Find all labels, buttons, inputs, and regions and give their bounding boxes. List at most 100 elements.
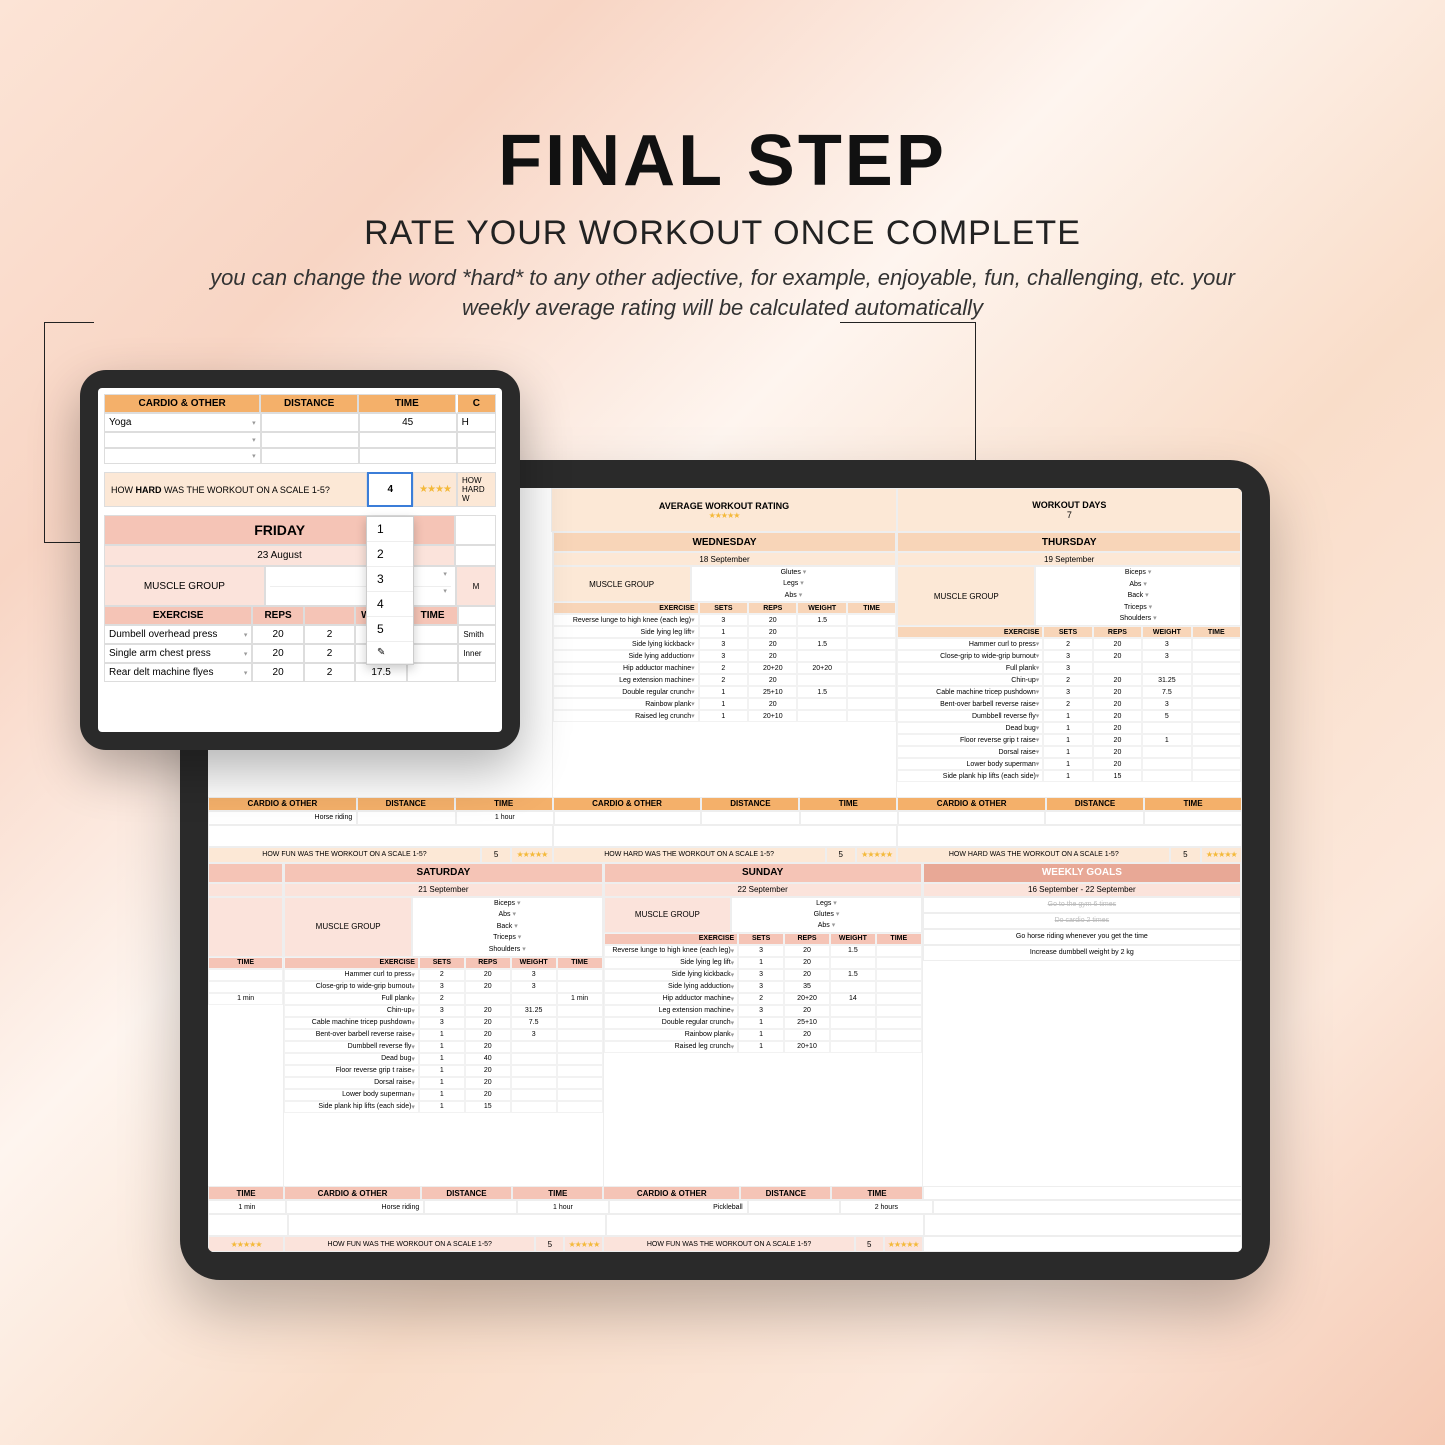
cardio-time[interactable]: 1 hour bbox=[456, 811, 554, 825]
muscle-group[interactable]: Abs ▾ bbox=[692, 590, 896, 601]
cardio-time[interactable]: 2 hours bbox=[840, 1200, 932, 1214]
avg-rating-stars: ★★★★★ bbox=[709, 511, 740, 520]
exercise-row[interactable]: Side plank hip lifts (each side) ▾115 bbox=[897, 770, 1241, 782]
exercise-row[interactable]: Side lying leg lift ▾120 bbox=[553, 626, 897, 638]
muscle-group[interactable]: Legs ▾ bbox=[732, 898, 921, 909]
weight-hdr: WEIGHT bbox=[830, 933, 876, 945]
dropdown-option[interactable]: 2 bbox=[367, 542, 413, 567]
muscle-group[interactable]: Glutes ▾ bbox=[692, 567, 896, 578]
exercise-row[interactable]: Bent-over barbell reverse raise ▾1203 bbox=[284, 1029, 602, 1041]
muscle-group-cells[interactable]: ▾ ▾ bbox=[265, 566, 456, 606]
exercise-row[interactable]: Side lying kickback ▾3201.5 bbox=[553, 638, 897, 650]
muscle-group[interactable]: Biceps ▾ bbox=[413, 898, 602, 910]
exercise-row[interactable]: Rainbow plank ▾120 bbox=[604, 1029, 922, 1041]
rating-input[interactable]: 4 bbox=[367, 472, 413, 507]
muscle-group[interactable]: Biceps ▾ bbox=[1036, 567, 1240, 579]
rating-q: HOW HARD WAS THE WORKOUT ON A SCALE 1-5? bbox=[553, 847, 826, 863]
exercise-row[interactable]: Double regular crunch ▾125+10 bbox=[604, 1017, 922, 1029]
exercise-row[interactable]: Hammer curl to press ▾2203 bbox=[284, 969, 602, 981]
dropdown-option[interactable]: 5 bbox=[367, 617, 413, 642]
exercise-row[interactable]: Rear delt machine flyes▾ 20217.5 bbox=[104, 663, 496, 682]
exercise-row[interactable]: Leg extension machine ▾320 bbox=[604, 1005, 922, 1017]
exercise-row[interactable]: Hammer curl to press ▾2203 bbox=[897, 638, 1241, 650]
popout-screen: CARDIO & OTHER DISTANCE TIME C Yoga▾ 45 … bbox=[98, 388, 502, 732]
muscle-group[interactable]: Triceps ▾ bbox=[413, 932, 602, 944]
exercise-row[interactable]: Bent-over barbell reverse raise ▾2203 bbox=[897, 698, 1241, 710]
cardio-item[interactable]: Horse riding bbox=[208, 811, 357, 825]
muscle-group[interactable]: Back ▾ bbox=[413, 921, 602, 933]
cardio-time[interactable]: 1 hour bbox=[517, 1200, 609, 1214]
goals-date: 16 September - 22 September bbox=[923, 883, 1241, 897]
rating-val[interactable]: 5 bbox=[1170, 847, 1200, 863]
cardio-time[interactable]: 45 bbox=[359, 413, 457, 432]
goal-item[interactable]: Do cardio 2 times bbox=[923, 913, 1241, 929]
cardio-item[interactable]: Yoga▾ bbox=[104, 413, 261, 432]
exercise-row[interactable]: Lower body superman ▾120 bbox=[897, 758, 1241, 770]
exercise-row[interactable]: Side plank hip lifts (each side) ▾115 bbox=[284, 1101, 602, 1113]
goal-item[interactable]: Go to the gym 6 times bbox=[923, 897, 1241, 913]
rating-val[interactable]: 5 bbox=[855, 1236, 884, 1252]
exercise-row[interactable]: Reverse lunge to high knee (each leg) ▾3… bbox=[553, 614, 897, 626]
rating-val[interactable]: 5 bbox=[826, 847, 856, 863]
muscle-group[interactable]: Shoulders ▾ bbox=[413, 944, 602, 956]
reps-hdr: REPS bbox=[784, 933, 830, 945]
exercise-row[interactable]: Chin-up ▾22031.25 bbox=[897, 674, 1241, 686]
exercise-row[interactable]: Floor reverse grip t raise ▾120 bbox=[284, 1065, 602, 1077]
reps-hdr: REPS bbox=[748, 602, 797, 614]
goal-item[interactable]: Increase dumbbell weight by 2 kg bbox=[923, 945, 1241, 961]
cardio-hdr: CARDIO & OTHER bbox=[284, 1186, 421, 1200]
exercise-row[interactable]: Dorsal raise ▾120 bbox=[897, 746, 1241, 758]
exercise-row[interactable]: Single arm chest press▾ 2027.5 Inner bbox=[104, 644, 496, 663]
goal-item[interactable]: Go horse riding whenever you get the tim… bbox=[923, 929, 1241, 945]
exercise-row[interactable]: Leg extension machine ▾220 bbox=[553, 674, 897, 686]
exercise-row[interactable]: Cable machine tricep pushdown ▾3207.5 bbox=[897, 686, 1241, 698]
muscle-group[interactable]: Triceps ▾ bbox=[1036, 602, 1240, 614]
dropdown-edit[interactable]: ✎ bbox=[367, 642, 413, 664]
exercise-row[interactable]: Lower body superman ▾120 bbox=[284, 1089, 602, 1101]
exercise-row[interactable]: Dumbbell reverse fly ▾1205 bbox=[897, 710, 1241, 722]
exercise-row[interactable]: Dumbell overhead press▾ 2022.5 Smith bbox=[104, 625, 496, 644]
exercise-row[interactable]: Cable machine tricep pushdown ▾3207.5 bbox=[284, 1017, 602, 1029]
muscle-group[interactable]: Abs ▾ bbox=[732, 920, 921, 931]
exercise-row[interactable]: Dorsal raise ▾120 bbox=[284, 1077, 602, 1089]
exercise-row[interactable]: Hip adductor machine ▾220+2014 bbox=[604, 993, 922, 1005]
exercise-row[interactable]: Chin-up ▾32031.25 bbox=[284, 1005, 602, 1017]
exercise-row[interactable]: Side lying kickback ▾3201.5 bbox=[604, 969, 922, 981]
exercise-row[interactable]: Side lying adduction ▾320 bbox=[553, 650, 897, 662]
exercise-row[interactable]: Full plank ▾3 bbox=[897, 662, 1241, 674]
exercise-row[interactable]: Close-grip to wide-grip burnout ▾3203 bbox=[897, 650, 1241, 662]
muscle-group[interactable]: Shoulders ▾ bbox=[1036, 613, 1240, 625]
exercise-row[interactable]: Double regular crunch ▾125+101.5 bbox=[553, 686, 897, 698]
rating-dropdown[interactable]: 1 2 3 4 5 ✎ bbox=[366, 516, 414, 665]
dropdown-option[interactable]: 1 bbox=[367, 517, 413, 542]
exercise-row[interactable]: Raised leg crunch ▾120+10 bbox=[604, 1041, 922, 1053]
dropdown-option[interactable]: 3 bbox=[367, 567, 413, 592]
exercise-row[interactable]: Rainbow plank ▾120 bbox=[553, 698, 897, 710]
time-hdr: TIME bbox=[358, 394, 456, 413]
cardio-hdr-partial: C bbox=[456, 394, 496, 413]
exercise-row[interactable]: Reverse lunge to high knee (each leg) ▾3… bbox=[604, 945, 922, 957]
exercise-row[interactable]: Side lying leg lift ▾120 bbox=[604, 957, 922, 969]
exercise-row[interactable]: Floor reverse grip t raise ▾1201 bbox=[897, 734, 1241, 746]
muscle-group[interactable]: Back ▾ bbox=[1036, 590, 1240, 602]
exercise-row[interactable]: Dumbbell reverse fly ▾120 bbox=[284, 1041, 602, 1053]
exercise-row[interactable]: Close-grip to wide-grip burnout ▾3203 bbox=[284, 981, 602, 993]
workout-days-val: 7 bbox=[1067, 510, 1072, 520]
exercise-row[interactable]: Side lying adduction ▾335 bbox=[604, 981, 922, 993]
muscle-group[interactable]: Abs ▾ bbox=[413, 909, 602, 921]
exercise-row[interactable]: Hip adductor machine ▾220+2020+20 bbox=[553, 662, 897, 674]
exercise-row[interactable]: Raised leg crunch ▾120+10 bbox=[553, 710, 897, 722]
exercise-hdr: EXERCISE bbox=[553, 602, 699, 614]
exercise-row[interactable]: Full plank ▾21 min bbox=[284, 993, 602, 1005]
exercise-row[interactable]: Dead bug ▾140 bbox=[284, 1053, 602, 1065]
muscle-group[interactable]: Legs ▾ bbox=[692, 578, 896, 589]
rating-val[interactable]: 5 bbox=[535, 1236, 564, 1252]
cardio-item[interactable]: Horse riding bbox=[286, 1200, 425, 1214]
exercise-row[interactable]: Dead bug ▾120 bbox=[897, 722, 1241, 734]
muscle-group[interactable]: Abs ▾ bbox=[1036, 579, 1240, 591]
avg-rating-label: AVERAGE WORKOUT RATING bbox=[659, 501, 789, 511]
dropdown-option[interactable]: 4 bbox=[367, 592, 413, 617]
muscle-group[interactable]: Glutes ▾ bbox=[732, 909, 921, 920]
cardio-item[interactable]: Pickleball bbox=[609, 1200, 748, 1214]
rating-val[interactable]: 5 bbox=[481, 847, 511, 863]
